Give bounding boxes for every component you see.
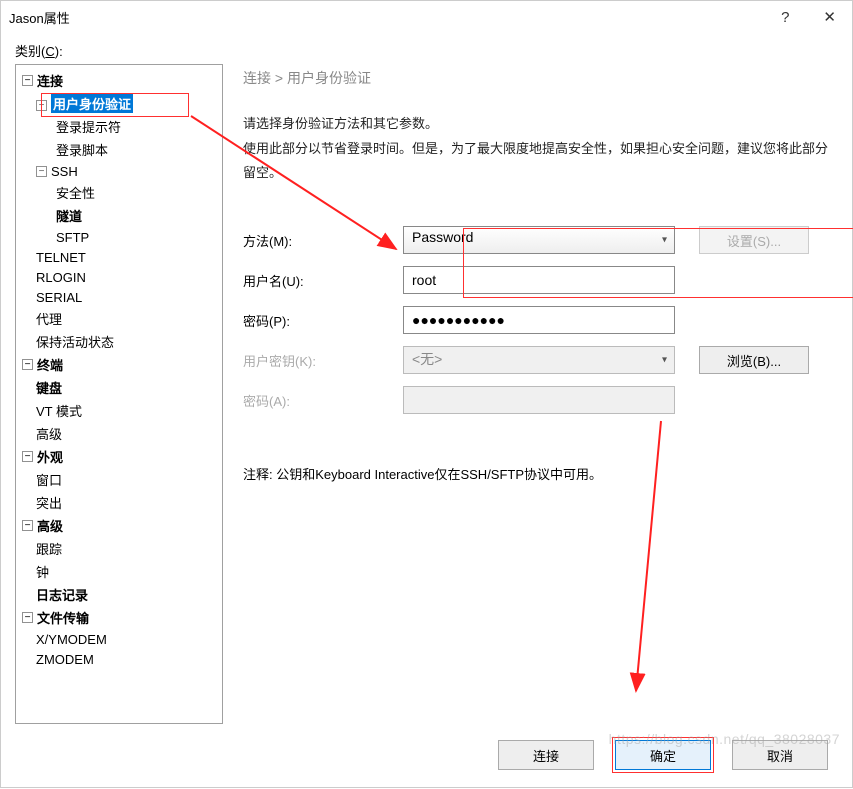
tree-item-ssh[interactable]: −SSH bbox=[16, 161, 222, 181]
dialog-footer: 连接 确定 取消 bbox=[498, 737, 828, 773]
tree-item-sftp[interactable]: SFTP bbox=[16, 227, 222, 247]
note: 注释: 公钥和Keyboard Interactive仅在SSH/SFTP协议中… bbox=[243, 464, 838, 483]
help-icon[interactable]: ? bbox=[773, 5, 797, 30]
tree-item-keepalive[interactable]: 保持活动状态 bbox=[16, 330, 222, 353]
tree-item-xymodem[interactable]: X/YMODEM bbox=[16, 629, 222, 649]
window-title: Jason属性 bbox=[9, 8, 773, 27]
tree-item-clock[interactable]: 钟 bbox=[16, 560, 222, 583]
tree-item-user-auth[interactable]: −用户身份验证 bbox=[16, 92, 222, 115]
cancel-button[interactable]: 取消 bbox=[732, 740, 828, 770]
password-input[interactable] bbox=[403, 306, 675, 334]
tree-item-filetransfer[interactable]: −文件传输 bbox=[16, 606, 222, 629]
breadcrumb: 连接 > 用户身份验证 bbox=[243, 68, 838, 88]
tree-item-window[interactable]: 窗口 bbox=[16, 468, 222, 491]
properties-dialog: Jason属性 ? ✕ 类别(C): −连接 −用户身份验证 登录提示符 登录脚… bbox=[0, 0, 853, 788]
tree-item-highlight[interactable]: 突出 bbox=[16, 491, 222, 514]
tree-item-login-script[interactable]: 登录脚本 bbox=[16, 138, 222, 161]
row-password: 密码(P): bbox=[243, 306, 838, 334]
tree-item-telnet[interactable]: TELNET bbox=[16, 247, 222, 267]
titlebar-controls: ? ✕ bbox=[773, 4, 844, 30]
category-tree[interactable]: −连接 −用户身份验证 登录提示符 登录脚本 −SSH 安全性 隧道 SFTP … bbox=[15, 64, 223, 724]
password-label: 密码(P): bbox=[243, 311, 403, 330]
tree-item-vtmode[interactable]: VT 模式 bbox=[16, 399, 222, 422]
titlebar: Jason属性 ? ✕ bbox=[1, 1, 852, 33]
connect-button[interactable]: 连接 bbox=[498, 740, 594, 770]
collapse-icon[interactable]: − bbox=[22, 612, 33, 623]
row-method: 方法(M): Password ▾ 设置(S)... bbox=[243, 226, 838, 254]
tree-item-keyboard[interactable]: 键盘 bbox=[16, 376, 222, 399]
tree-item-login-prompt[interactable]: 登录提示符 bbox=[16, 115, 222, 138]
settings-button[interactable]: 设置(S)... bbox=[699, 226, 809, 254]
userkey-value: <无> bbox=[403, 346, 675, 374]
passphrase-input bbox=[403, 386, 675, 414]
category-label: 类别(C): bbox=[1, 33, 852, 64]
method-value[interactable]: Password bbox=[403, 226, 675, 254]
close-icon[interactable]: ✕ bbox=[815, 4, 844, 30]
description: 请选择身份验证方法和其它参数。 使用此部分以节省登录时间。但是，为了最大限度地提… bbox=[243, 112, 838, 186]
method-label: 方法(M): bbox=[243, 231, 403, 250]
browse-button[interactable]: 浏览(B)... bbox=[699, 346, 809, 374]
tree-item-zmodem[interactable]: ZMODEM bbox=[16, 649, 222, 669]
collapse-icon[interactable]: − bbox=[22, 520, 33, 531]
collapse-icon[interactable]: − bbox=[36, 166, 47, 177]
ok-button[interactable]: 确定 bbox=[615, 740, 711, 770]
collapse-icon[interactable]: − bbox=[22, 75, 33, 86]
tree-item-advanced-term[interactable]: 高级 bbox=[16, 422, 222, 445]
tree-item-security[interactable]: 安全性 bbox=[16, 181, 222, 204]
row-userkey: 用户密钥(K): <无> ▾ 浏览(B)... bbox=[243, 346, 838, 374]
method-select[interactable]: Password ▾ bbox=[403, 226, 675, 254]
tree-selected-label: 用户身份验证 bbox=[51, 94, 133, 113]
collapse-icon[interactable]: − bbox=[22, 451, 33, 462]
content-panel: 连接 > 用户身份验证 请选择身份验证方法和其它参数。 使用此部分以节省登录时间… bbox=[223, 64, 838, 724]
passphrase-label: 密码(A): bbox=[243, 391, 403, 410]
userkey-label: 用户密钥(K): bbox=[243, 351, 403, 370]
tree-item-proxy[interactable]: 代理 bbox=[16, 307, 222, 330]
collapse-icon[interactable]: − bbox=[36, 100, 47, 111]
tree-item-appearance[interactable]: −外观 bbox=[16, 445, 222, 468]
tree-item-rlogin[interactable]: RLOGIN bbox=[16, 267, 222, 287]
row-passphrase: 密码(A): bbox=[243, 386, 838, 414]
tree-item-trace[interactable]: 跟踪 bbox=[16, 537, 222, 560]
annotation-box-ok: 确定 bbox=[612, 737, 714, 773]
tree-item-tunnel[interactable]: 隧道 bbox=[16, 204, 222, 227]
row-username: 用户名(U): bbox=[243, 266, 838, 294]
tree-item-connection[interactable]: −连接 bbox=[16, 69, 222, 92]
chevron-down-icon: ▾ bbox=[662, 355, 667, 366]
username-input[interactable] bbox=[403, 266, 675, 294]
tree-item-terminal[interactable]: −终端 bbox=[16, 353, 222, 376]
userkey-select: <无> ▾ bbox=[403, 346, 675, 374]
username-label: 用户名(U): bbox=[243, 271, 403, 290]
chevron-down-icon: ▾ bbox=[662, 235, 667, 246]
tree-item-serial[interactable]: SERIAL bbox=[16, 287, 222, 307]
tree-item-logging[interactable]: 日志记录 bbox=[16, 583, 222, 606]
tree-item-advanced[interactable]: −高级 bbox=[16, 514, 222, 537]
collapse-icon[interactable]: − bbox=[22, 359, 33, 370]
